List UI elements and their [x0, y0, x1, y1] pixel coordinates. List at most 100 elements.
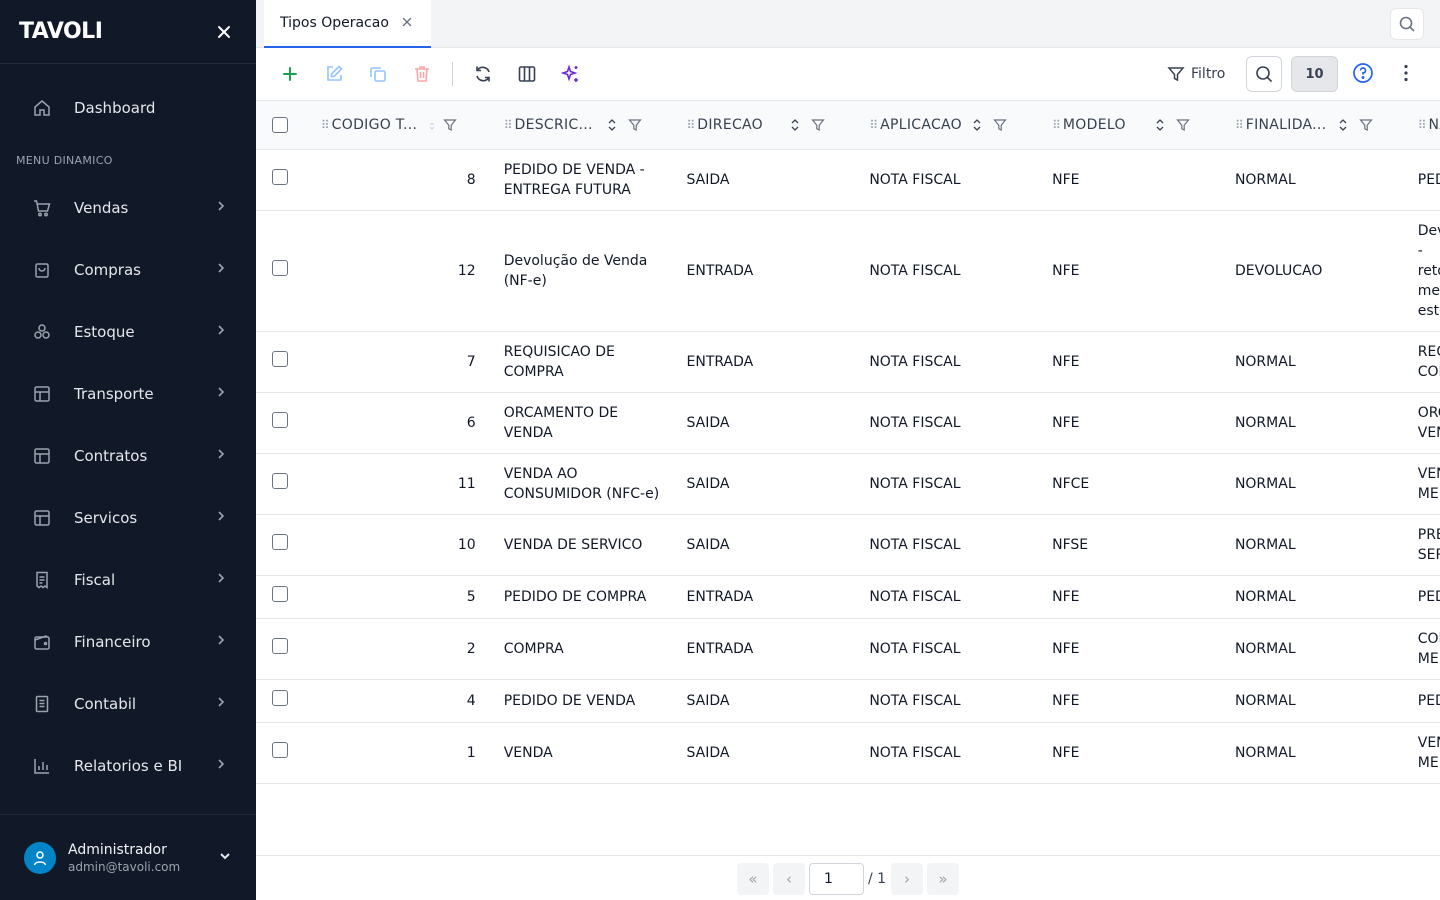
- drag-handle-icon[interactable]: ⠿: [504, 118, 513, 132]
- column-filter-icon[interactable]: [1176, 118, 1190, 132]
- column-filter-icon[interactable]: [993, 118, 1008, 132]
- sort-icon[interactable]: [429, 122, 435, 130]
- row-checkbox[interactable]: [272, 473, 288, 489]
- sidebar-item-servicos[interactable]: Servicos: [16, 487, 240, 549]
- drag-handle-icon[interactable]: ⠿: [1052, 118, 1061, 132]
- sort-icon[interactable]: [608, 119, 616, 131]
- sort-icon[interactable]: [791, 119, 799, 131]
- sidebar-item-transporte[interactable]: Transporte: [16, 363, 240, 425]
- chevron-right-icon: [214, 757, 228, 771]
- close-icon[interactable]: [401, 16, 413, 28]
- row-checkbox[interactable]: [272, 169, 288, 185]
- cell-text: NOTA FISCAL: [869, 354, 961, 370]
- row-checkbox[interactable]: [272, 638, 288, 654]
- row-select-cell: [256, 210, 313, 332]
- column-header-direcao[interactable]: ⠿ DIRECAO: [678, 101, 862, 150]
- cell-codigo: 6: [312, 392, 496, 454]
- refresh-button[interactable]: [471, 62, 495, 86]
- row-checkbox[interactable]: [272, 351, 288, 367]
- sidebar-item-vendas[interactable]: Vendas: [16, 177, 240, 239]
- sort-icon[interactable]: [1156, 119, 1164, 131]
- column-header-natureza[interactable]: ⠿NAT: [1409, 101, 1440, 150]
- drag-handle-icon[interactable]: ⠿: [321, 118, 330, 132]
- next-page-button[interactable]: ›: [891, 863, 923, 895]
- drag-handle-icon[interactable]: ⠿: [687, 118, 696, 132]
- help-button[interactable]: [1352, 62, 1374, 88]
- select-all-checkbox[interactable]: [272, 117, 288, 133]
- table-search-button[interactable]: [1246, 56, 1282, 92]
- sidebar-item-estoque[interactable]: Estoque: [16, 301, 240, 363]
- table-icon: [32, 446, 52, 466]
- first-page-button[interactable]: «: [737, 863, 769, 895]
- cell-natureza: COMP MERC: [1409, 618, 1440, 680]
- row-select-cell: [256, 514, 313, 576]
- sidebar-item-financeiro[interactable]: Financeiro: [16, 611, 240, 673]
- row-checkbox[interactable]: [272, 690, 288, 706]
- ai-assistant-button[interactable]: [559, 62, 583, 86]
- table-row[interactable]: 1 VENDA SAIDA NOTA FISCAL NFE NORMAL VEND MERC: [256, 722, 1440, 784]
- column-header-modelo[interactable]: ⠿ MODELO: [1044, 101, 1227, 150]
- last-page-button[interactable]: »: [927, 863, 959, 895]
- row-checkbox[interactable]: [272, 260, 288, 276]
- sort-icon[interactable]: [973, 119, 981, 131]
- cell-text: DEVOLUCAO: [1234, 263, 1323, 279]
- tab-tipos-operacao[interactable]: Tipos Operacao: [264, 0, 431, 48]
- table-icon: [32, 508, 52, 528]
- close-sidebar-button[interactable]: [212, 20, 236, 44]
- row-checkbox[interactable]: [272, 742, 288, 758]
- copy-button[interactable]: [366, 62, 390, 86]
- row-checkbox[interactable]: [272, 586, 288, 602]
- drag-handle-icon[interactable]: ⠿: [1235, 118, 1244, 132]
- column-header-codigo[interactable]: ⠿ CODIGO T...: [312, 101, 496, 150]
- cell-codigo: 1: [312, 722, 496, 784]
- column-filter-icon[interactable]: [627, 118, 642, 132]
- chevron-down-icon[interactable]: [218, 849, 232, 863]
- table-row[interactable]: 12 Devolução de Venda (NF-e) ENTRADA NOTA F…: [256, 210, 1440, 332]
- global-search-button[interactable]: [1390, 8, 1424, 40]
- column-filter-icon[interactable]: [443, 118, 457, 132]
- logo-row: TAVOLI: [0, 0, 256, 64]
- data-table: ⠿ CODIGO T... ⠿ DESCRIC... ⠿ DIRECAO ⠿ APLIC…: [256, 101, 1440, 784]
- sidebar-item-contabil[interactable]: Contabil: [16, 673, 240, 735]
- table-row[interactable]: 6 ORCAMENTO DE VENDA SAIDA NOTA FISCAL NFE NO…: [256, 392, 1440, 454]
- cell-descricao: REQUISICAO DE COMPRA: [495, 331, 679, 393]
- user-menu[interactable]: Administrador admin@tavoli.com: [0, 814, 256, 900]
- more-options-button[interactable]: [1396, 62, 1416, 88]
- sidebar-item-fiscal[interactable]: Fiscal: [16, 549, 240, 611]
- sort-icon[interactable]: [1339, 119, 1347, 131]
- cell-text: NOTA FISCAL: [869, 589, 961, 605]
- drag-handle-icon[interactable]: ⠿: [1418, 118, 1427, 132]
- app-logo[interactable]: TAVOLI: [19, 19, 103, 44]
- sidebar-item-relatorios-e-bi[interactable]: Relatorios e BI: [16, 735, 240, 797]
- filter-button[interactable]: Filtro: [1167, 62, 1225, 86]
- sidebar-item-dashboard[interactable]: Dashboard: [16, 84, 240, 132]
- column-header-label: NAT: [1428, 117, 1440, 133]
- row-checkbox[interactable]: [272, 534, 288, 550]
- sidebar-item-compras[interactable]: Compras: [16, 239, 240, 301]
- prev-page-button[interactable]: ‹: [773, 863, 805, 895]
- cell-codigo: 10: [312, 514, 496, 576]
- page-size-select[interactable]: 10: [1291, 56, 1338, 92]
- table-row[interactable]: 4 PEDIDO DE VENDA SAIDA NOTA FISCAL NFE NORMA…: [256, 679, 1440, 723]
- delete-button[interactable]: [410, 62, 434, 86]
- add-button[interactable]: [278, 62, 302, 86]
- table-row[interactable]: 8 PEDIDO DE VENDA - ENTREGA FUTURA SAIDA NO…: [256, 149, 1440, 211]
- cell-direcao: SAIDA: [678, 722, 862, 784]
- cell-text: NFCE: [1052, 476, 1090, 492]
- table-row[interactable]: 11 VENDA AO CONSUMIDOR (NFC-e) SAIDA NOTA F…: [256, 453, 1440, 515]
- column-filter-icon[interactable]: [810, 118, 825, 132]
- table-row[interactable]: 2 COMPRA ENTRADA NOTA FISCAL NFE NORMAL COMP M…: [256, 618, 1440, 680]
- table-row[interactable]: 7 REQUISICAO DE COMPRA ENTRADA NOTA FISCAL N…: [256, 331, 1440, 393]
- column-header-finalidade[interactable]: ⠿ FINALIDA...: [1226, 101, 1410, 150]
- drag-handle-icon[interactable]: ⠿: [869, 118, 878, 132]
- column-header-aplicacao[interactable]: ⠿ APLICACAO: [861, 101, 1045, 150]
- column-header-descricao[interactable]: ⠿ DESCRIC...: [495, 101, 679, 150]
- sidebar-item-contratos[interactable]: Contratos: [16, 425, 240, 487]
- table-row[interactable]: 10 VENDA DE SERVICO SAIDA NOTA FISCAL NFSE NO…: [256, 514, 1440, 576]
- edit-button[interactable]: [322, 62, 346, 86]
- row-checkbox[interactable]: [272, 412, 288, 428]
- table-row[interactable]: 5 PEDIDO DE COMPRA ENTRADA NOTA FISCAL NFE NO…: [256, 575, 1440, 619]
- page-number-input[interactable]: 1: [809, 863, 864, 895]
- columns-button[interactable]: [515, 62, 539, 86]
- column-filter-icon[interactable]: [1359, 118, 1373, 132]
